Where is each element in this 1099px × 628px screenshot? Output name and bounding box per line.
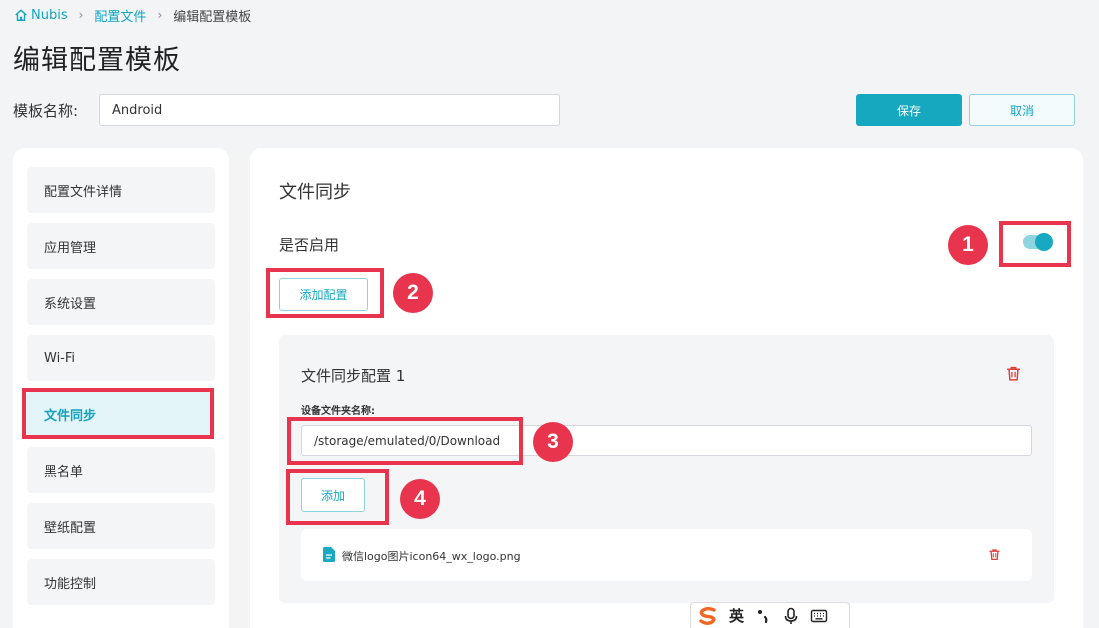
- punctuation-icon[interactable]: [754, 607, 772, 625]
- annotation-highlight-folder-input: [287, 417, 523, 465]
- cancel-button[interactable]: 取消: [969, 94, 1075, 126]
- breadcrumb-config-files[interactable]: 配置文件: [94, 6, 146, 25]
- trash-icon[interactable]: [1005, 365, 1022, 382]
- folder-name-label: 设备文件夹名称:: [301, 406, 375, 417]
- file-sync-panel: 文件同步 是否启用 添加配置 文件同步配置 1 设备文件夹名称: 添加 微信lo…: [250, 148, 1083, 628]
- section-title: 文件同步: [279, 182, 351, 203]
- home-icon: [15, 9, 27, 21]
- annotation-badge-2: 2: [393, 273, 433, 313]
- document-icon: [323, 547, 335, 562]
- file-sync-config-card: 文件同步配置 1 设备文件夹名称: 添加 微信logo图片icon64_wx_l…: [279, 335, 1054, 603]
- microphone-icon[interactable]: [782, 607, 800, 625]
- breadcrumb: Nubis › 配置文件 › 编辑配置模板: [14, 6, 252, 25]
- sidebar-item-wallpaper[interactable]: 壁纸配置: [27, 503, 215, 549]
- annotation-badge-4: 4: [400, 479, 440, 519]
- keyboard-icon[interactable]: [810, 607, 828, 625]
- annotation-badge-1: 1: [948, 225, 988, 265]
- annotation-highlight-add-config: [266, 268, 384, 318]
- file-name: 微信logo图片icon64_wx_logo.png: [342, 550, 521, 563]
- trash-icon[interactable]: [988, 548, 1001, 561]
- save-button[interactable]: 保存: [856, 94, 962, 126]
- ime-toolbar: 英: [690, 602, 850, 628]
- breadcrumb-separator: ›: [78, 8, 84, 22]
- sidebar-item-app-management[interactable]: 应用管理: [27, 223, 215, 269]
- page-title: 编辑配置模板: [13, 45, 181, 76]
- config-title: 文件同步配置 1: [301, 367, 406, 385]
- template-name-label: 模板名称:: [13, 102, 79, 120]
- sidebar-item-blacklist[interactable]: 黑名单: [27, 447, 215, 493]
- sidebar-item-system-settings[interactable]: 系统设置: [27, 279, 215, 325]
- annotation-highlight-file-sync: [22, 388, 214, 439]
- file-list-item: 微信logo图片icon64_wx_logo.png: [301, 529, 1032, 581]
- ime-language-toggle[interactable]: 英: [729, 605, 744, 626]
- sidebar-item-profile-details[interactable]: 配置文件详情: [27, 167, 215, 213]
- annotation-badge-3: 3: [533, 422, 573, 462]
- template-name-input[interactable]: [99, 94, 560, 126]
- sidebar-item-feature-control[interactable]: 功能控制: [27, 559, 215, 605]
- breadcrumb-separator: ›: [157, 8, 163, 22]
- enable-label: 是否启用: [279, 236, 340, 254]
- sogou-logo-icon[interactable]: [697, 606, 719, 626]
- breadcrumb-home[interactable]: Nubis: [14, 8, 68, 23]
- breadcrumb-current: 编辑配置模板: [173, 9, 252, 25]
- annotation-highlight-add-button: [286, 469, 389, 525]
- breadcrumb-home-label: Nubis: [31, 7, 68, 23]
- sidebar-item-wifi[interactable]: Wi-Fi: [27, 335, 215, 381]
- annotation-highlight-toggle: [999, 221, 1071, 267]
